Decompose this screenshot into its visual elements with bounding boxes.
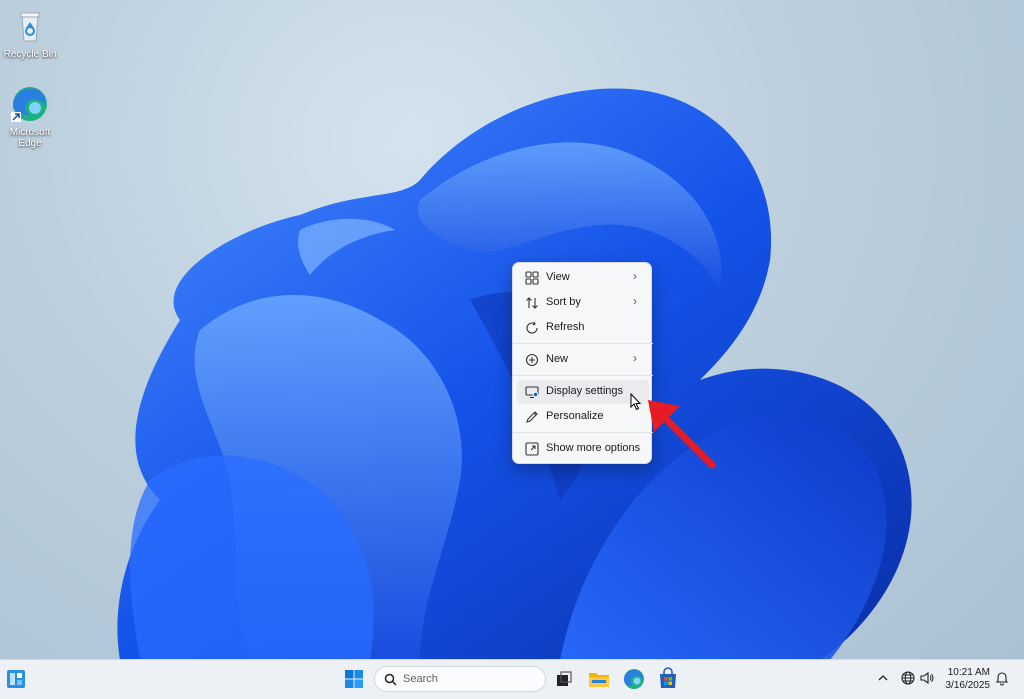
menu-item-new[interactable]: New › xyxy=(517,348,649,372)
expand-icon xyxy=(525,442,539,456)
edge-icon xyxy=(624,669,644,689)
pencil-icon xyxy=(525,410,539,424)
clock-date: 3/16/2025 xyxy=(945,680,991,691)
menu-separator xyxy=(513,375,653,376)
desktop-icon-label: Microsoft Edge xyxy=(9,127,51,149)
display-icon xyxy=(525,385,539,399)
desktop-icon-recycle-bin[interactable]: Recycle Bin xyxy=(0,6,60,60)
file-explorer-button[interactable] xyxy=(587,667,611,691)
search-icon xyxy=(384,673,397,686)
task-view-icon xyxy=(557,671,572,686)
chevron-up-icon xyxy=(878,675,888,681)
menu-item-refresh[interactable]: Refresh xyxy=(517,316,649,340)
menu-item-view[interactable]: View › xyxy=(517,266,649,290)
menu-separator xyxy=(513,343,653,344)
menu-item-label: Display settings xyxy=(546,385,624,397)
globe-icon xyxy=(901,671,915,685)
clock-time: 10:21 AM xyxy=(947,667,990,678)
menu-item-show-more-options[interactable]: Show more options xyxy=(517,437,649,461)
start-icon xyxy=(345,670,363,688)
sort-icon xyxy=(525,296,539,310)
show-hidden-icons-button[interactable] xyxy=(876,671,890,685)
menu-separator xyxy=(513,432,653,433)
taskbar-search-box[interactable]: Search xyxy=(374,666,546,692)
menu-item-label: Refresh xyxy=(546,321,585,333)
widgets-icon xyxy=(7,670,25,688)
recycle-bin-icon xyxy=(10,6,50,46)
store-button[interactable] xyxy=(656,667,680,691)
desktop-icon-label: Recycle Bin xyxy=(3,49,57,60)
search-placeholder: Search xyxy=(403,673,438,685)
bell-icon xyxy=(995,672,1009,686)
annotation-arrow-icon xyxy=(648,400,716,469)
chevron-right-icon: › xyxy=(633,269,637,283)
menu-item-label: New xyxy=(546,353,569,365)
grid-view-icon xyxy=(525,271,539,285)
menu-item-label: Personalize xyxy=(546,410,604,422)
speaker-icon xyxy=(920,671,934,685)
network-button[interactable] xyxy=(900,670,916,686)
menu-item-label: Show more options xyxy=(546,442,641,454)
desktop-context-menu: View › Sort by › Refresh New › Display s… xyxy=(512,262,653,464)
menu-item-label: View xyxy=(546,271,570,283)
edge-icon xyxy=(10,84,50,124)
volume-button[interactable] xyxy=(919,670,935,686)
menu-item-label: Sort by xyxy=(546,296,581,308)
taskbar-clock[interactable]: 10:21 AM 3/16/2025 xyxy=(946,666,991,692)
notifications-button[interactable] xyxy=(994,670,1010,686)
task-view-button[interactable] xyxy=(552,667,576,691)
plus-circle-icon xyxy=(525,353,539,367)
desktop-icon-edge[interactable]: Microsoft Edge xyxy=(0,84,60,149)
file-explorer-icon xyxy=(589,673,609,687)
refresh-icon xyxy=(525,321,539,335)
taskbar: Search 10:21 AM 3/16/2025 xyxy=(0,659,1024,699)
start-button[interactable] xyxy=(342,667,366,691)
edge-taskbar-button[interactable] xyxy=(622,667,646,691)
chevron-right-icon: › xyxy=(633,351,637,365)
menu-item-sort-by[interactable]: Sort by › xyxy=(517,291,649,315)
store-icon xyxy=(660,667,676,688)
widgets-button[interactable] xyxy=(6,669,26,689)
chevron-right-icon: › xyxy=(633,294,637,308)
